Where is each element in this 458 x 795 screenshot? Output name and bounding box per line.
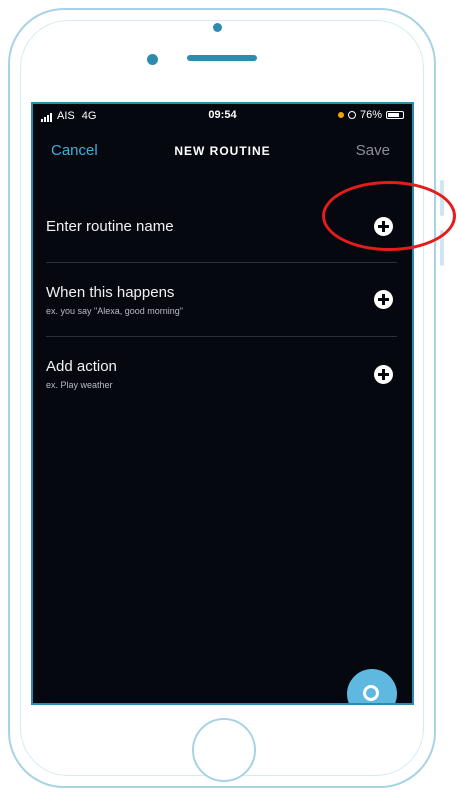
rotation-lock-icon <box>347 111 356 119</box>
routine-name-label: Enter routine name <box>46 218 174 235</box>
add-trigger-icon[interactable] <box>374 290 393 309</box>
add-action-icon[interactable] <box>374 365 393 384</box>
action-hint: ex. Play weather <box>46 380 113 390</box>
battery-percent: 76% <box>359 109 382 121</box>
action-label: Add action <box>46 358 117 375</box>
app-screen: AIS 4G 09:54 76% Cancel NEW ROUTINE Save… <box>31 102 414 705</box>
trigger-label: When this happens <box>46 284 175 301</box>
status-right: 76% <box>337 109 404 121</box>
navigation-bar: Cancel NEW ROUTINE Save <box>33 138 412 166</box>
proximity-sensor <box>147 54 158 65</box>
routine-name-row[interactable]: Enter routine name <box>46 214 396 238</box>
front-camera <box>213 23 222 32</box>
side-button <box>440 180 444 216</box>
status-bar: AIS 4G 09:54 76% <box>33 104 412 126</box>
earpiece-speaker <box>187 55 257 61</box>
add-routine-name-icon[interactable] <box>374 217 393 236</box>
side-button <box>440 230 444 266</box>
divider <box>46 336 397 337</box>
save-button[interactable]: Save <box>356 142 390 159</box>
trigger-hint: ex. you say "Alexa, good morning" <box>46 306 183 316</box>
action-row[interactable]: Add action ex. Play weather <box>46 356 396 392</box>
alexa-button[interactable] <box>347 669 397 703</box>
battery-icon <box>386 111 404 119</box>
trigger-row[interactable]: When this happens ex. you say "Alexa, go… <box>46 282 396 318</box>
activity-dot-icon <box>337 112 344 118</box>
home-button[interactable] <box>192 718 256 782</box>
divider <box>46 262 397 263</box>
